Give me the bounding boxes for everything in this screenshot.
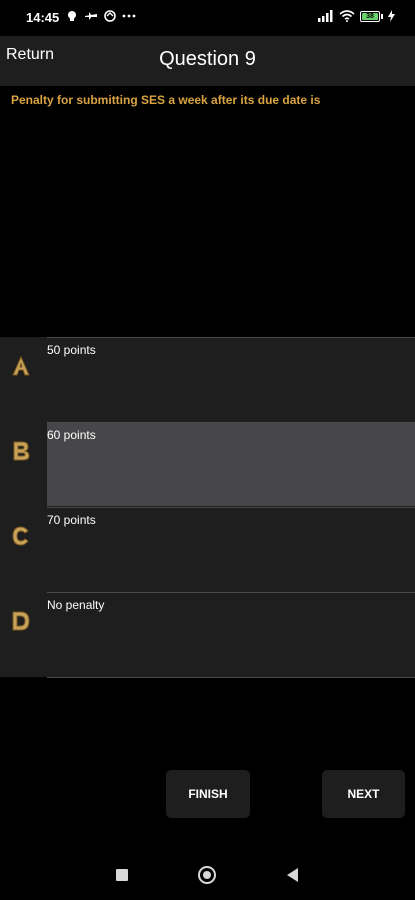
battery-level: 38 — [362, 12, 378, 20]
answer-option-a[interactable]: 50 points — [0, 337, 415, 422]
back-icon[interactable] — [287, 868, 298, 882]
battery-icon: 38 — [360, 10, 383, 22]
status-right-icons: 38 — [318, 10, 395, 22]
answer-content[interactable]: No penalty — [47, 592, 415, 676]
answer-label: 70 points — [47, 513, 96, 527]
sync-icon — [104, 10, 116, 22]
letter-d-icon — [12, 611, 30, 631]
answer-option-d[interactable]: No penalty — [0, 592, 415, 677]
wifi-icon — [339, 10, 355, 22]
notification-icon — [68, 11, 76, 21]
answer-list: 50 points 60 points 70 points No penalty — [0, 337, 415, 678]
system-nav-bar — [0, 850, 415, 900]
home-icon[interactable] — [198, 866, 216, 884]
recents-icon[interactable] — [116, 869, 128, 881]
status-time: 14:45 — [26, 10, 60, 25]
answer-option-b[interactable]: 60 points — [0, 422, 415, 507]
question-text: Penalty for submitting SES a week after … — [11, 93, 321, 107]
app-header: Return Question 9 — [0, 36, 415, 86]
answer-label: No penalty — [47, 598, 105, 612]
answer-content[interactable]: 70 points — [47, 507, 415, 591]
finish-button[interactable]: FINISH — [166, 770, 250, 818]
charging-icon — [388, 10, 395, 22]
answer-content[interactable]: 50 points — [47, 337, 415, 421]
answer-label: 50 points — [47, 343, 96, 357]
signal-icon — [318, 10, 333, 22]
status-left-icons — [66, 10, 136, 22]
letter-b-icon — [13, 441, 30, 461]
letter-a-icon — [12, 355, 30, 376]
answer-option-c[interactable]: 70 points — [0, 507, 415, 592]
answer-label: 60 points — [47, 428, 96, 442]
answer-content[interactable]: 60 points — [47, 422, 415, 506]
next-button[interactable]: NEXT — [322, 770, 405, 818]
status-bar: 14:45 38 — [0, 0, 415, 36]
page-title: Question 9 — [159, 48, 256, 70]
more-icon — [122, 14, 136, 18]
answer-list-divider — [47, 677, 415, 678]
letter-c-icon — [12, 526, 29, 546]
airplane-icon — [85, 12, 97, 20]
